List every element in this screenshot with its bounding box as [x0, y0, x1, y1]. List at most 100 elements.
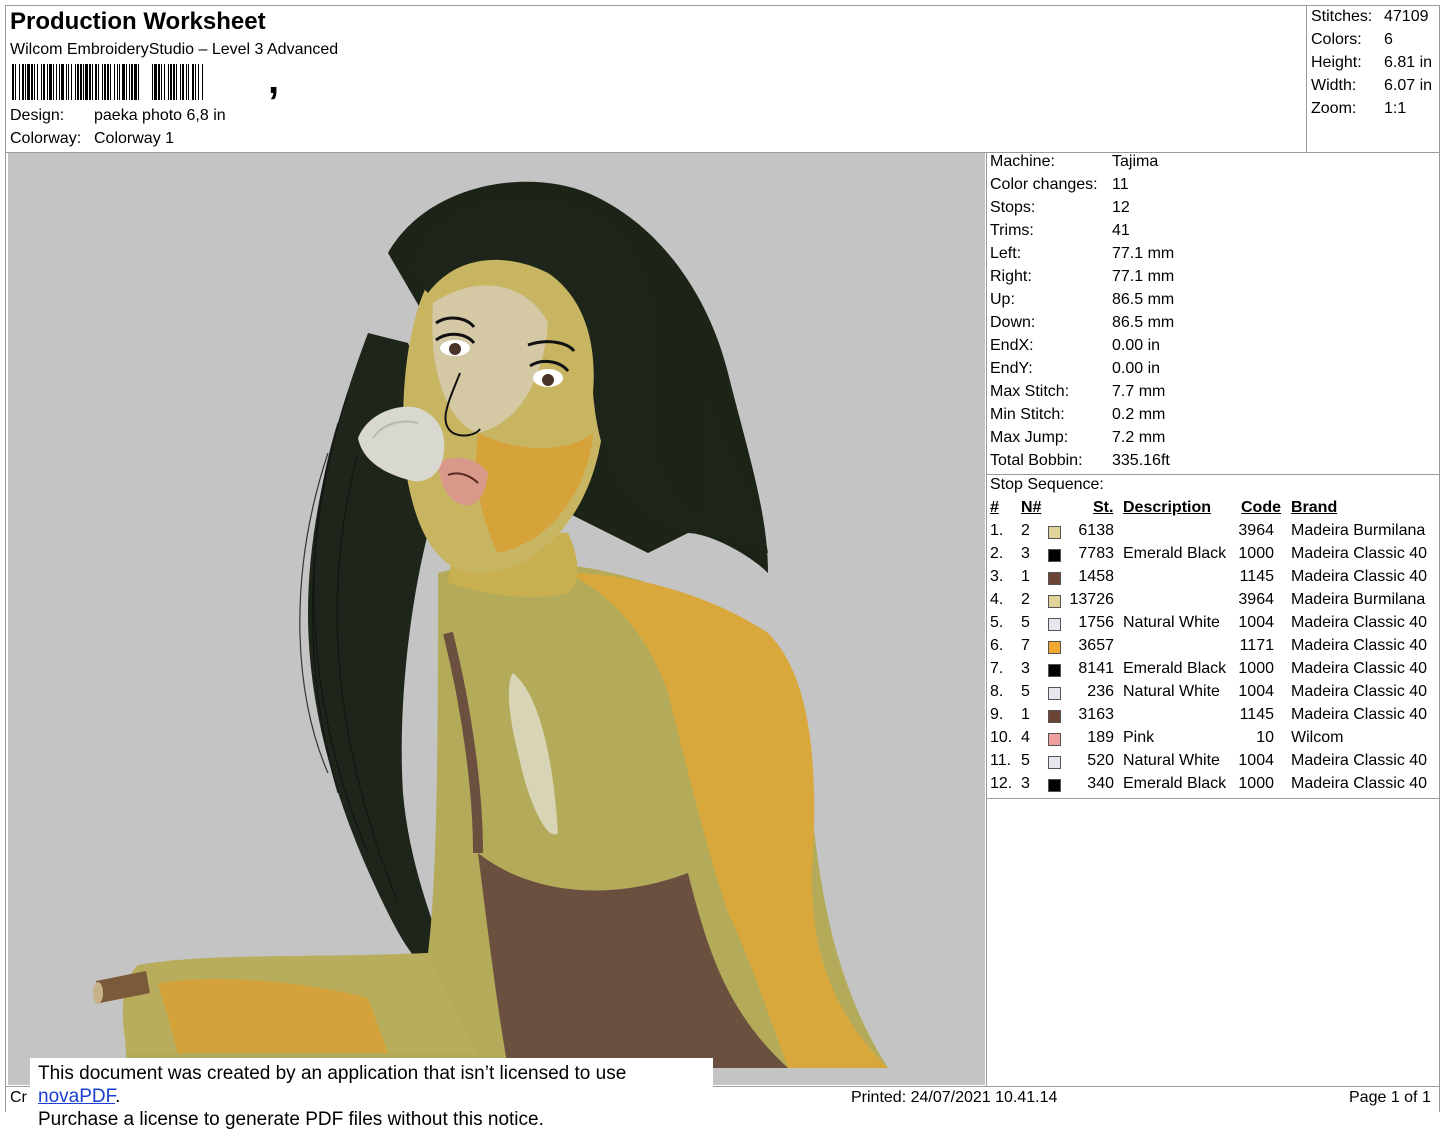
thread-brand: Madeira Classic 40	[1291, 706, 1428, 723]
thread-description: Emerald Black	[1123, 660, 1227, 677]
needle-num: 1	[1021, 568, 1030, 585]
thread-code: 1145	[1239, 568, 1274, 585]
stop-row: 8. 5 236 Natural White 1004 Madeira Classic 4…	[990, 683, 1440, 706]
summary-value: 6.07 in	[1384, 77, 1433, 94]
stop-row: 9. 1 3163 1145 Madeira Classic 40	[990, 706, 1440, 729]
info-value: 11	[1112, 176, 1129, 193]
thread-brand: Madeira Classic 40	[1291, 752, 1428, 769]
software-name: Wilcom EmbroideryStudio – Level 3 Advanc…	[10, 41, 339, 58]
thread-color-swatch	[1048, 618, 1061, 631]
stitch-count: 1458	[1078, 568, 1114, 585]
info-label: Max Jump:	[990, 429, 1069, 446]
summary-value: 47109	[1384, 8, 1429, 25]
thread-brand: Madeira Classic 40	[1291, 637, 1428, 654]
stop-num: 2.	[990, 545, 1004, 562]
stitch-count: 520	[1087, 752, 1114, 769]
thread-description: Natural White	[1123, 752, 1220, 769]
stop-row: 5. 5 1756 Natural White 1004 Madeira Classic …	[990, 614, 1440, 637]
info-value: 41	[1112, 222, 1130, 239]
stop-row: 11. 5 520 Natural White 1004 Madeira Classic …	[990, 752, 1440, 775]
summary-label: Stitches:	[1311, 8, 1373, 25]
info-label: Color changes:	[990, 176, 1098, 193]
stitch-count: 7783	[1078, 545, 1114, 562]
info-label: Max Stitch:	[990, 383, 1070, 400]
barcode-bar	[141, 64, 151, 100]
design-preview	[8, 153, 985, 1085]
design-value: paeka photo 6,8 in	[94, 107, 226, 124]
stop-num: 9.	[990, 706, 1004, 723]
thread-code: 3964	[1238, 522, 1274, 539]
summary-value: 6	[1384, 31, 1393, 48]
needle-num: 4	[1021, 729, 1030, 746]
thread-code: 1004	[1238, 683, 1274, 700]
thread-code: 1171	[1239, 637, 1274, 654]
thread-brand: Madeira Classic 40	[1291, 568, 1428, 585]
embroidery-portrait-image	[93, 181, 888, 1068]
thread-brand: Madeira Burmilana	[1291, 591, 1426, 608]
novapdf-link[interactable]: novaPDF	[38, 1086, 115, 1107]
thread-color-swatch	[1048, 595, 1061, 608]
thread-description: Natural White	[1123, 614, 1220, 631]
thread-color-swatch	[1048, 526, 1061, 539]
info-value: 77.1 mm	[1112, 245, 1175, 262]
thread-description: Natural White	[1123, 683, 1220, 700]
footer-fragment: Cr	[10, 1089, 27, 1106]
thread-color-swatch	[1048, 779, 1061, 792]
thread-color-swatch	[1048, 756, 1061, 769]
needle-num: 5	[1021, 752, 1030, 769]
thread-brand: Madeira Classic 40	[1291, 614, 1428, 631]
thread-color-swatch	[1048, 710, 1061, 723]
stitch-count: 1756	[1078, 614, 1114, 631]
thread-color-swatch	[1048, 733, 1061, 746]
notice-text-line2: Purchase a license to generate PDF files…	[38, 1109, 544, 1130]
needle-num: 7	[1021, 637, 1030, 654]
thread-description: Pink	[1123, 729, 1155, 746]
summary-label: Zoom:	[1311, 100, 1357, 117]
barcode	[12, 64, 368, 100]
info-value: 12	[1112, 199, 1130, 216]
stop-num: 6.	[990, 637, 1004, 654]
info-value: 7.7 mm	[1112, 383, 1166, 400]
thread-code: 1000	[1238, 660, 1274, 677]
notice-text: This document was created by an applicat…	[38, 1063, 627, 1084]
stop-row: 4. 2 13726 3964 Madeira Burmilana	[990, 591, 1440, 614]
info-value: 86.5 mm	[1112, 291, 1175, 308]
thread-color-swatch	[1048, 549, 1061, 562]
stitch-count: 8141	[1078, 660, 1114, 677]
header-code: Code	[1241, 499, 1281, 516]
info-value: 86.5 mm	[1112, 314, 1175, 331]
thread-color-swatch	[1048, 572, 1061, 585]
info-value: 7.2 mm	[1112, 429, 1166, 446]
stitch-count: 340	[1087, 775, 1114, 792]
header-num: #	[990, 499, 999, 516]
stitch-count: 3657	[1078, 637, 1114, 654]
info-value: 0.00 in	[1112, 360, 1161, 377]
info-label: Up:	[990, 291, 1015, 308]
stop-num: 1.	[990, 522, 1004, 539]
stop-num: 10.	[990, 729, 1013, 746]
thread-description: Emerald Black	[1123, 775, 1227, 792]
header-description: Description	[1123, 499, 1212, 516]
thread-code: 1000	[1238, 775, 1274, 792]
needle-num: 5	[1021, 614, 1030, 631]
stop-num: 12.	[990, 775, 1013, 792]
thread-color-swatch	[1048, 687, 1061, 700]
page-title: Production Worksheet	[10, 8, 266, 35]
stop-num: 8.	[990, 683, 1004, 700]
info-label: Machine:	[990, 153, 1055, 170]
header-brand: Brand	[1291, 499, 1338, 516]
stitch-count: 6138	[1078, 522, 1114, 539]
info-label: Left:	[990, 245, 1022, 262]
needle-num: 2	[1021, 522, 1030, 539]
needle-num: 2	[1021, 591, 1030, 608]
info-label: EndX:	[990, 337, 1034, 354]
thread-code: 3964	[1238, 591, 1274, 608]
thread-code: 10	[1256, 729, 1274, 746]
info-label: Down:	[990, 314, 1036, 331]
summary-value: 6.81 in	[1384, 54, 1433, 71]
info-value: 77.1 mm	[1112, 268, 1175, 285]
summary-label: Colors:	[1311, 31, 1362, 48]
thread-code: 1145	[1239, 706, 1274, 723]
needle-num: 3	[1021, 545, 1030, 562]
thread-color-swatch	[1048, 641, 1061, 654]
